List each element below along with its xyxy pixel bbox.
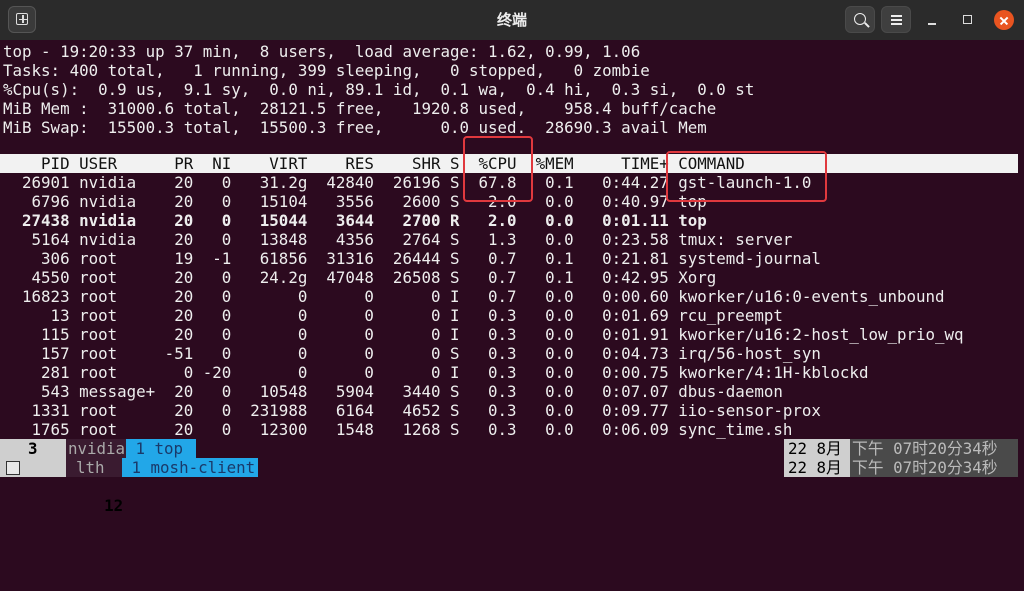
maximize-button[interactable]: [958, 10, 978, 30]
terminal-window: 终端 top - 19:20:33 up 37 min, 8 users, lo…: [0, 0, 1024, 515]
new-tab-button[interactable]: [8, 6, 36, 33]
maximize-icon: [963, 15, 972, 24]
hostname: nvidia: [68, 439, 126, 458]
active-window-tab[interactable]: 1 top: [126, 439, 196, 458]
summary-line-tasks: Tasks: 400 total, 1 running, 399 sleepin…: [3, 61, 650, 80]
table-row: 13 root 20 0 0 0 0 I 0.3 0.0 0:01.69 rcu…: [3, 306, 783, 325]
table-row: 1765 root 20 0 12300 1548 1268 S 0.3 0.0…: [3, 420, 793, 439]
search-button[interactable]: [845, 6, 875, 33]
table-row: 1331 root 20 0 231988 6164 4652 S 0.3 0.…: [3, 401, 821, 420]
minimize-icon: [928, 23, 936, 25]
active-window-tab[interactable]: 1 mosh-client: [122, 458, 258, 477]
table-row: 306 root 19 -1 61856 31316 26444 S 0.7 0…: [3, 249, 821, 268]
summary-line-mem: MiB Mem : 31000.6 total, 28121.5 free, 1…: [3, 99, 717, 118]
window-number: 12: [104, 496, 124, 515]
status-time: 下午 07时20分34秒: [852, 458, 998, 477]
minimize-button[interactable]: [922, 10, 942, 30]
close-button[interactable]: [994, 10, 1014, 30]
summary-line-uptime: top - 19:20:33 up 37 min, 8 users, load …: [3, 42, 641, 61]
table-row: 6796 nvidia 20 0 15104 3556 2600 S 2.0 0…: [3, 192, 707, 211]
summary-line-cpu: %Cpu(s): 0.9 us, 9.1 sy, 0.0 ni, 89.1 id…: [3, 80, 755, 99]
cpu-column-highlight: [463, 136, 533, 202]
table-row: 16823 root 20 0 0 0 0 I 0.7 0.0 0:00.60 …: [3, 287, 945, 306]
command-column-highlight: [666, 151, 827, 202]
table-row: 543 message+ 20 0 10548 5904 3440 S 0.3 …: [3, 382, 783, 401]
window-icon: [6, 461, 20, 475]
status-bar-bottom: 12 lth 1 mosh-client 22 8月 下午 07时20分34秒: [0, 458, 1024, 515]
status-bar-top: 3 nvidia 1 top 22 8月 下午 07时20分34秒: [0, 439, 1024, 458]
hostname: lth: [76, 458, 105, 477]
status-time: 下午 07时20分34秒: [852, 439, 998, 458]
table-row: 157 root -51 0 0 0 0 S 0.3 0.0 0:04.73 i…: [3, 344, 821, 363]
table-row: 281 root 0 -20 0 0 0 I 0.3 0.0 0:00.75 k…: [3, 363, 869, 382]
table-header-text: PID USER PR NI VIRT RES SHR S %CPU %MEM …: [3, 154, 745, 173]
status-date: 22 8月: [788, 439, 842, 458]
table-row: 27438 nvidia 20 0 15044 3644 2700 R 2.0 …: [3, 211, 707, 230]
status-date: 22 8月: [788, 458, 842, 477]
menu-button[interactable]: [881, 6, 911, 33]
terminal-area[interactable]: top - 19:20:33 up 37 min, 8 users, load …: [0, 40, 1024, 515]
window-number: 3: [28, 439, 38, 458]
table-row: 4550 root 20 0 24.2g 47048 26508 S 0.7 0…: [3, 268, 717, 287]
table-row: 115 root 20 0 0 0 0 I 0.3 0.0 0:01.91 kw…: [3, 325, 964, 344]
summary-line-swap: MiB Swap: 15500.3 total, 15500.3 free, 0…: [3, 118, 707, 137]
title-bar: 终端: [0, 0, 1024, 40]
table-row: 5164 nvidia 20 0 13848 4356 2764 S 1.3 0…: [3, 230, 793, 249]
